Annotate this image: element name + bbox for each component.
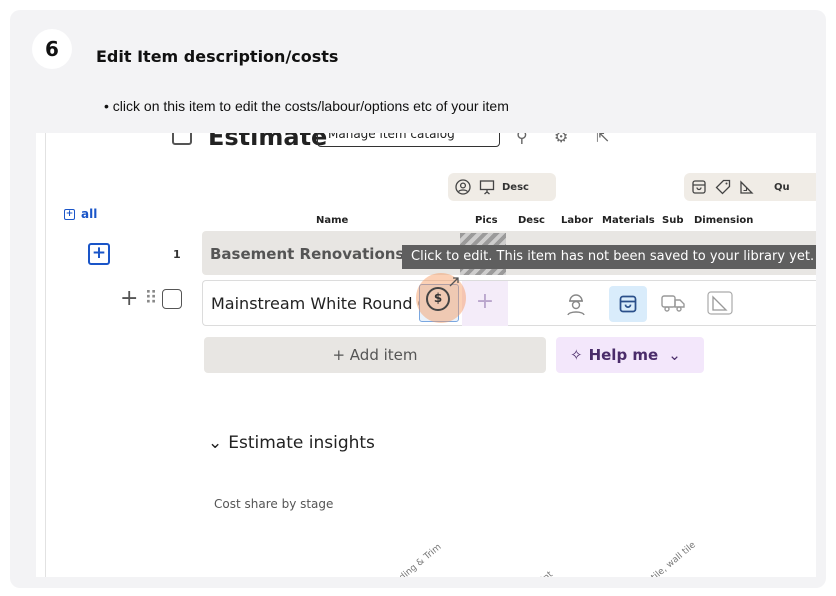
stage-label: ding & Trim	[397, 542, 444, 577]
tag-icon[interactable]	[714, 178, 732, 196]
ruler-icon[interactable]	[738, 178, 756, 196]
settings-icon[interactable]: ⚙	[554, 133, 568, 146]
estimate-title: Estimate	[208, 133, 328, 151]
col-labor: Labor	[561, 215, 594, 226]
manage-catalog-button[interactable]: Manage item catalog	[317, 133, 500, 147]
toggle-all-label: all	[81, 207, 98, 221]
step-number: 6	[32, 29, 72, 69]
sparkle-icon: ✧	[570, 346, 583, 364]
row-checkbox[interactable]	[161, 289, 182, 309]
drag-handle-icon[interactable]: ⠿	[144, 290, 157, 308]
col-dimension: Dimension	[694, 215, 754, 226]
plus-icon[interactable]: +	[64, 208, 75, 220]
search-icon[interactable]: ⚲	[516, 133, 528, 146]
share-icon[interactable]: ⇱	[596, 133, 609, 146]
col-desc: Desc	[518, 215, 545, 226]
col-pics: Pics	[475, 215, 498, 226]
presentation-icon[interactable]	[478, 178, 496, 196]
col-materials: Materials	[602, 215, 655, 226]
tooltip: Click to edit. This item has not been sa…	[402, 245, 816, 269]
delivery-truck-icon[interactable]	[661, 293, 685, 318]
cost-share-title: Cost share by stage	[214, 497, 334, 511]
chevron-down-icon: ⌄	[208, 433, 223, 453]
stage-label: int	[540, 570, 555, 577]
labor-worker-icon[interactable]	[565, 292, 587, 321]
insights-title: Estimate insights	[228, 433, 375, 453]
user-circle-icon[interactable]	[454, 178, 472, 196]
toggle-all[interactable]: + all	[64, 207, 97, 221]
expand-arrow-icon[interactable]	[448, 276, 460, 288]
step-description: • click on this item to edit the costs/l…	[104, 98, 509, 114]
item-name[interactable]: Mainstream White Round C	[211, 294, 419, 313]
help-me-label: Help me	[588, 346, 659, 364]
stage-label: tile, wall tile	[649, 540, 698, 577]
estimate-icon	[172, 133, 192, 145]
chevron-down-icon: ⌄	[668, 346, 681, 364]
row-number: 1	[173, 248, 181, 261]
dimension-column-group[interactable]: Qu	[684, 173, 816, 201]
add-row-icon[interactable]: +	[120, 288, 138, 310]
insights-toggle[interactable]: ⌄ Estimate insights	[208, 433, 375, 453]
row-controls: + ⠿	[120, 288, 182, 310]
cost-edit-icon[interactable]: $	[426, 287, 450, 311]
materials-cell[interactable]	[609, 286, 647, 322]
guide-step-card: 6 Edit Item description/costs • click on…	[10, 10, 826, 588]
app-screenshot: Estimate Manage item catalog ⚲ ⚙ ⇱ Desc	[36, 133, 816, 577]
col-sub: Sub	[662, 215, 684, 226]
step-title: Edit Item description/costs	[96, 47, 339, 66]
add-item-button[interactable]: + Add item	[204, 337, 546, 373]
store-icon[interactable]	[690, 178, 708, 196]
item-name[interactable]: Basement Renovations	[210, 245, 404, 263]
desc-chip-label: Desc	[502, 181, 529, 193]
quantity-chip-label: Qu	[774, 181, 790, 193]
table-row[interactable]: Mainstream White Round C +	[202, 280, 816, 326]
col-name: Name	[316, 215, 349, 226]
dimension-ruler-icon[interactable]	[707, 291, 733, 320]
row-add-button[interactable]: +	[88, 243, 110, 265]
help-me-button[interactable]: ✧ Help me ⌄	[556, 337, 704, 373]
desc-column-group[interactable]: Desc	[448, 173, 556, 201]
divider	[45, 133, 46, 577]
add-pic-button[interactable]: +	[462, 281, 508, 326]
